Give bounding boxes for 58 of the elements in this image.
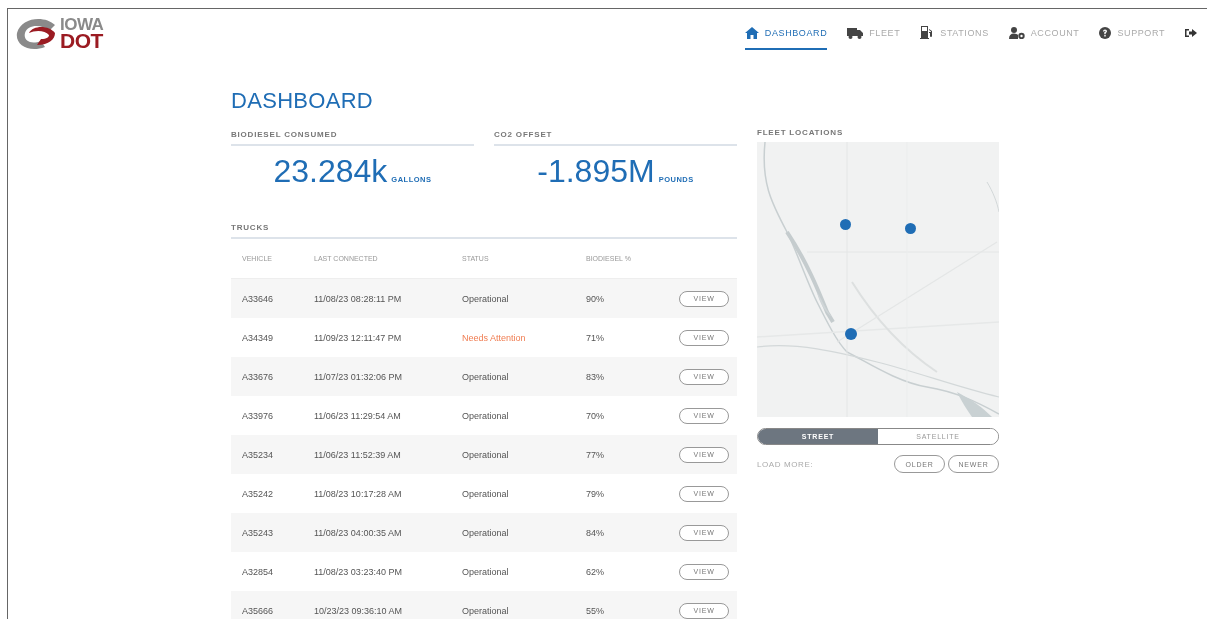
status-cell-text: Operational <box>462 488 510 499</box>
map-marker[interactable] <box>905 223 916 234</box>
biodiesel-cell-text: 77% <box>586 449 605 460</box>
vehicle-cell-text: A33976 <box>241 410 275 421</box>
date-cell-text: 11/09/23 12:11:47 PM <box>314 332 403 343</box>
date-cell-text: 11/07/23 01:32:06 PM <box>314 371 403 382</box>
stat-value: -1.895M <box>537 153 655 190</box>
nav-tab[interactable]: DASHBOARD <box>744 26 828 50</box>
status-cell-text: Operational <box>462 527 510 538</box>
vehicle-cell-text: A35666 <box>241 605 275 616</box>
date-cell-text: 11/08/23 04:00:35 AM <box>314 527 403 538</box>
status-cell-text: Operational <box>462 410 510 421</box>
vehicle-cell-text: A35242 <box>241 488 275 499</box>
stat-label: CO2 OFFSET <box>494 130 737 146</box>
date-cell-text: 11/06/23 11:29:54 AM <box>314 410 402 421</box>
biodiesel-cell-text: 90% <box>586 293 605 304</box>
vehicle-cell-text: A33646 <box>241 293 275 304</box>
logo-text: DOT <box>60 32 104 52</box>
biodiesel-cell-text: 79% <box>586 488 605 499</box>
vehicle-cell-text: A32854 <box>241 566 275 577</box>
map-marker[interactable] <box>840 219 851 230</box>
biodiesel-cell-text: 84% <box>586 527 605 538</box>
status-cell-text: Operational <box>462 566 510 577</box>
biodiesel-cell-text: 55% <box>586 605 605 616</box>
stat-value: 23.284k <box>273 153 388 190</box>
stat-label: BIODIESEL CONSUMED <box>231 130 474 146</box>
date-cell-text: 11/08/23 10:17:28 AM <box>314 488 403 499</box>
status-cell-text: Operational <box>462 293 510 304</box>
help-icon <box>1099 26 1112 39</box>
vehicle-cell-text: A33676 <box>241 371 275 382</box>
section-label: TRUCKS <box>231 223 737 239</box>
date-cell-text: 11/06/23 11:52:39 AM <box>314 449 402 460</box>
truck-icon <box>847 26 864 39</box>
user-gear-icon <box>1008 26 1025 39</box>
page-title: DASHBOARD <box>231 88 375 114</box>
vehicle-cell-text: A35234 <box>241 449 275 460</box>
status-cell-text: Operational <box>462 371 510 382</box>
biodiesel-cell-text: 83% <box>586 371 605 382</box>
nav-tab[interactable]: SUPPORT <box>1099 26 1165 50</box>
section-label: FLEET LOCATIONS <box>757 128 845 139</box>
status-cell-text: Needs Attention <box>462 332 527 343</box>
nav-tab[interactable]: ACCOUNT <box>1008 26 1080 50</box>
status-cell-text: Operational <box>462 449 510 460</box>
vehicle-cell-text: A34349 <box>241 332 275 343</box>
biodiesel-cell-text: 71% <box>586 332 605 343</box>
load-more-label: LOAD MORE: <box>757 459 814 469</box>
status-cell-text: Operational <box>462 605 510 616</box>
biodiesel-cell-text: 62% <box>586 566 605 577</box>
biodiesel-cell-text: 70% <box>586 410 605 421</box>
home-icon <box>744 26 759 39</box>
vehicle-cell-text: A35243 <box>241 527 275 538</box>
logo-text: IOWA <box>60 17 104 33</box>
fuel-pump-icon <box>920 26 935 39</box>
nav-tab[interactable]: STATIONS <box>920 26 989 50</box>
date-cell-text: 11/08/23 08:28:11 PM <box>314 293 403 304</box>
nav-tab[interactable]: FLEET <box>847 26 901 50</box>
date-cell-text: 10/23/23 09:36:10 AM <box>314 605 404 616</box>
date-cell-text: 11/08/23 03:23:40 PM <box>314 566 403 577</box>
